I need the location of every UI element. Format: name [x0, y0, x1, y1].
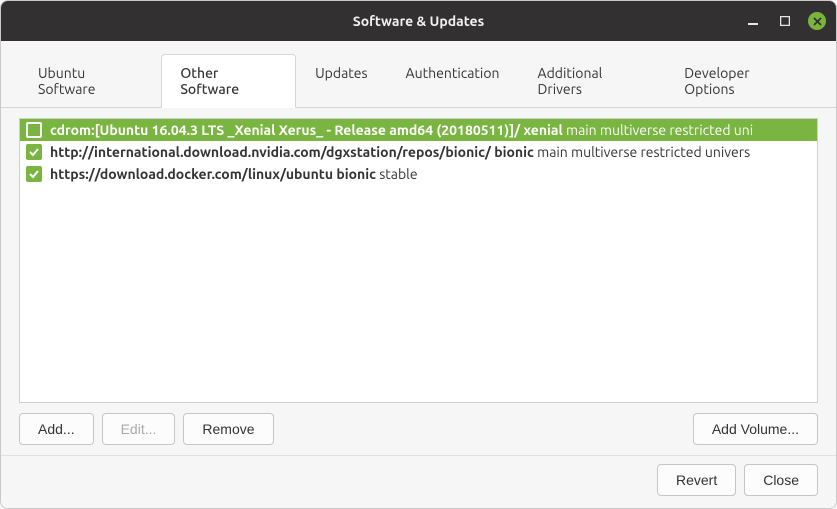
sources-list[interactable]: cdrom:[Ubuntu 16.04.3 LTS _Xenial Xerus_…	[19, 118, 818, 403]
maximize-icon	[780, 16, 790, 26]
maximize-button[interactable]	[776, 12, 794, 30]
close-window-button[interactable]	[808, 12, 826, 30]
tab-authentication[interactable]: Authentication	[387, 54, 519, 108]
check-icon	[29, 147, 39, 157]
tab-developer-options[interactable]: Developer Options	[665, 54, 818, 108]
content-area: cdrom:[Ubuntu 16.04.3 LTS _Xenial Xerus_…	[1, 108, 836, 455]
minimize-button[interactable]	[744, 12, 762, 30]
dialog-actions: Revert Close	[1, 455, 836, 508]
source-checkbox[interactable]	[26, 144, 42, 160]
titlebar: Software & Updates	[1, 1, 836, 41]
remove-button[interactable]: Remove	[183, 413, 273, 445]
revert-button[interactable]: Revert	[657, 464, 736, 496]
source-row[interactable]: https://download.docker.com/linux/ubuntu…	[20, 163, 817, 185]
source-label: https://download.docker.com/linux/ubuntu…	[50, 166, 418, 182]
tab-additional-drivers[interactable]: Additional Drivers	[519, 54, 666, 108]
add-volume-button[interactable]: Add Volume...	[693, 413, 818, 445]
list-buttons: Add... Edit... Remove Add Volume...	[19, 403, 818, 455]
tab-other-software[interactable]: Other Software	[161, 54, 296, 108]
source-checkbox[interactable]	[26, 166, 42, 182]
tab-ubuntu-software[interactable]: Ubuntu Software	[19, 54, 161, 108]
source-row[interactable]: http://international.download.nvidia.com…	[20, 141, 817, 163]
tab-updates[interactable]: Updates	[296, 54, 386, 108]
add-button[interactable]: Add...	[19, 413, 94, 445]
minimize-icon	[748, 16, 758, 26]
source-label: cdrom:[Ubuntu 16.04.3 LTS _Xenial Xerus_…	[50, 122, 753, 138]
window-controls	[744, 12, 826, 30]
edit-button[interactable]: Edit...	[102, 413, 176, 445]
window-title: Software & Updates	[353, 13, 484, 29]
source-row[interactable]: cdrom:[Ubuntu 16.04.3 LTS _Xenial Xerus_…	[20, 119, 817, 141]
close-icon	[813, 17, 822, 26]
source-label: http://international.download.nvidia.com…	[50, 144, 750, 160]
check-icon	[29, 169, 39, 179]
source-checkbox[interactable]	[26, 122, 42, 138]
close-button[interactable]: Close	[744, 464, 818, 496]
tab-bar: Ubuntu Software Other Software Updates A…	[1, 41, 836, 108]
software-updates-window: Software & Updates Ubuntu Software Other…	[0, 0, 837, 509]
